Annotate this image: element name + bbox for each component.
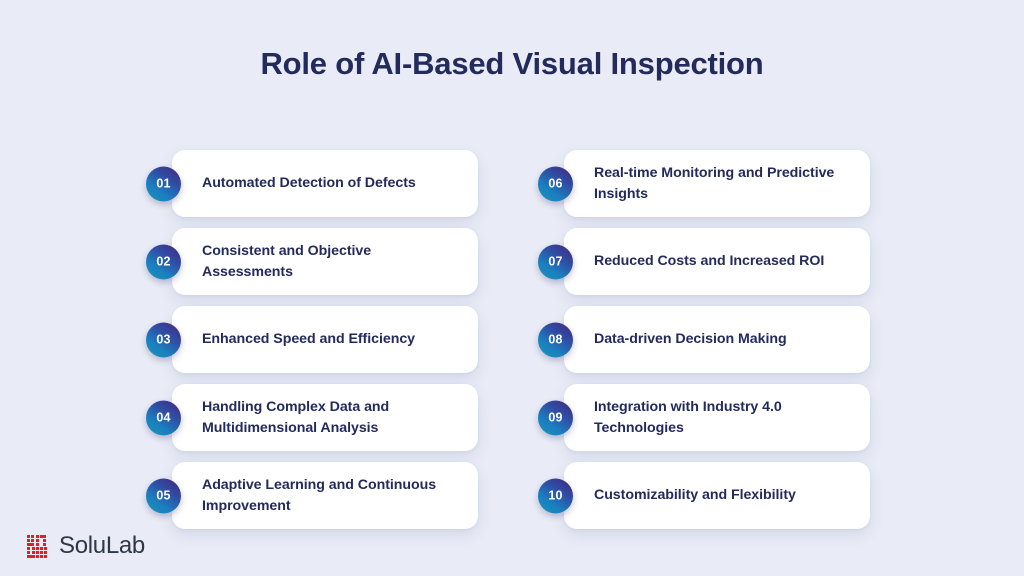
item-number-badge: 10 bbox=[538, 478, 573, 513]
item-number-badge: 05 bbox=[146, 478, 181, 513]
item-label: Adaptive Learning and Continuous Improve… bbox=[202, 477, 437, 514]
item-label: Enhanced Speed and Efficiency bbox=[202, 331, 415, 348]
list-item[interactable]: 06 Real-time Monitoring and Predictive I… bbox=[538, 150, 870, 217]
solulab-logo: SoluLab bbox=[27, 534, 145, 558]
cards-container: 01 Automated Detection of Defects 02 Con… bbox=[0, 150, 1024, 529]
item-number-badge: 07 bbox=[538, 244, 573, 279]
item-label: Real-time Monitoring and Predictive Insi… bbox=[594, 165, 835, 202]
item-label: Handling Complex Data and Multidimension… bbox=[202, 399, 390, 436]
item-number-badge: 06 bbox=[538, 166, 573, 201]
list-item[interactable]: 01 Automated Detection of Defects bbox=[146, 150, 478, 217]
list-item[interactable]: 04 Handling Complex Data and Multidimens… bbox=[146, 384, 478, 451]
list-item[interactable]: 07 Reduced Costs and Increased ROI bbox=[538, 228, 870, 295]
list-item[interactable]: 08 Data-driven Decision Making bbox=[538, 306, 870, 373]
list-item[interactable]: 03 Enhanced Speed and Efficiency bbox=[146, 306, 478, 373]
logo-wordmark: SoluLab bbox=[59, 532, 145, 559]
item-number-badge: 09 bbox=[538, 400, 573, 435]
item-number-badge: 01 bbox=[146, 166, 181, 201]
item-label: Customizability and Flexibility bbox=[594, 487, 796, 504]
solulab-pixel-mark-icon bbox=[27, 534, 47, 558]
slide-root: Role of AI-Based Visual Inspection 01 Au… bbox=[0, 0, 1024, 576]
list-item[interactable]: 09 Integration with Industry 4.0 Technol… bbox=[538, 384, 870, 451]
item-label: Integration with Industry 4.0 Technologi… bbox=[594, 399, 782, 436]
item-label: Reduced Costs and Increased ROI bbox=[594, 253, 825, 270]
left-column: 01 Automated Detection of Defects 02 Con… bbox=[146, 150, 478, 529]
page-title: Role of AI-Based Visual Inspection bbox=[260, 46, 764, 81]
item-number-badge: 04 bbox=[146, 400, 181, 435]
item-label: Automated Detection of Defects bbox=[202, 175, 416, 192]
item-label: Data-driven Decision Making bbox=[594, 331, 787, 348]
list-item[interactable]: 10 Customizability and Flexibility bbox=[538, 462, 870, 529]
list-item[interactable]: 05 Adaptive Learning and Continuous Impr… bbox=[146, 462, 478, 529]
item-label: Consistent and Objective Assessments bbox=[202, 243, 372, 280]
item-number-badge: 08 bbox=[538, 322, 573, 357]
right-column: 06 Real-time Monitoring and Predictive I… bbox=[538, 150, 870, 529]
item-number-badge: 03 bbox=[146, 322, 181, 357]
item-number-badge: 02 bbox=[146, 244, 181, 279]
list-item[interactable]: 02 Consistent and Objective Assessments bbox=[146, 228, 478, 295]
